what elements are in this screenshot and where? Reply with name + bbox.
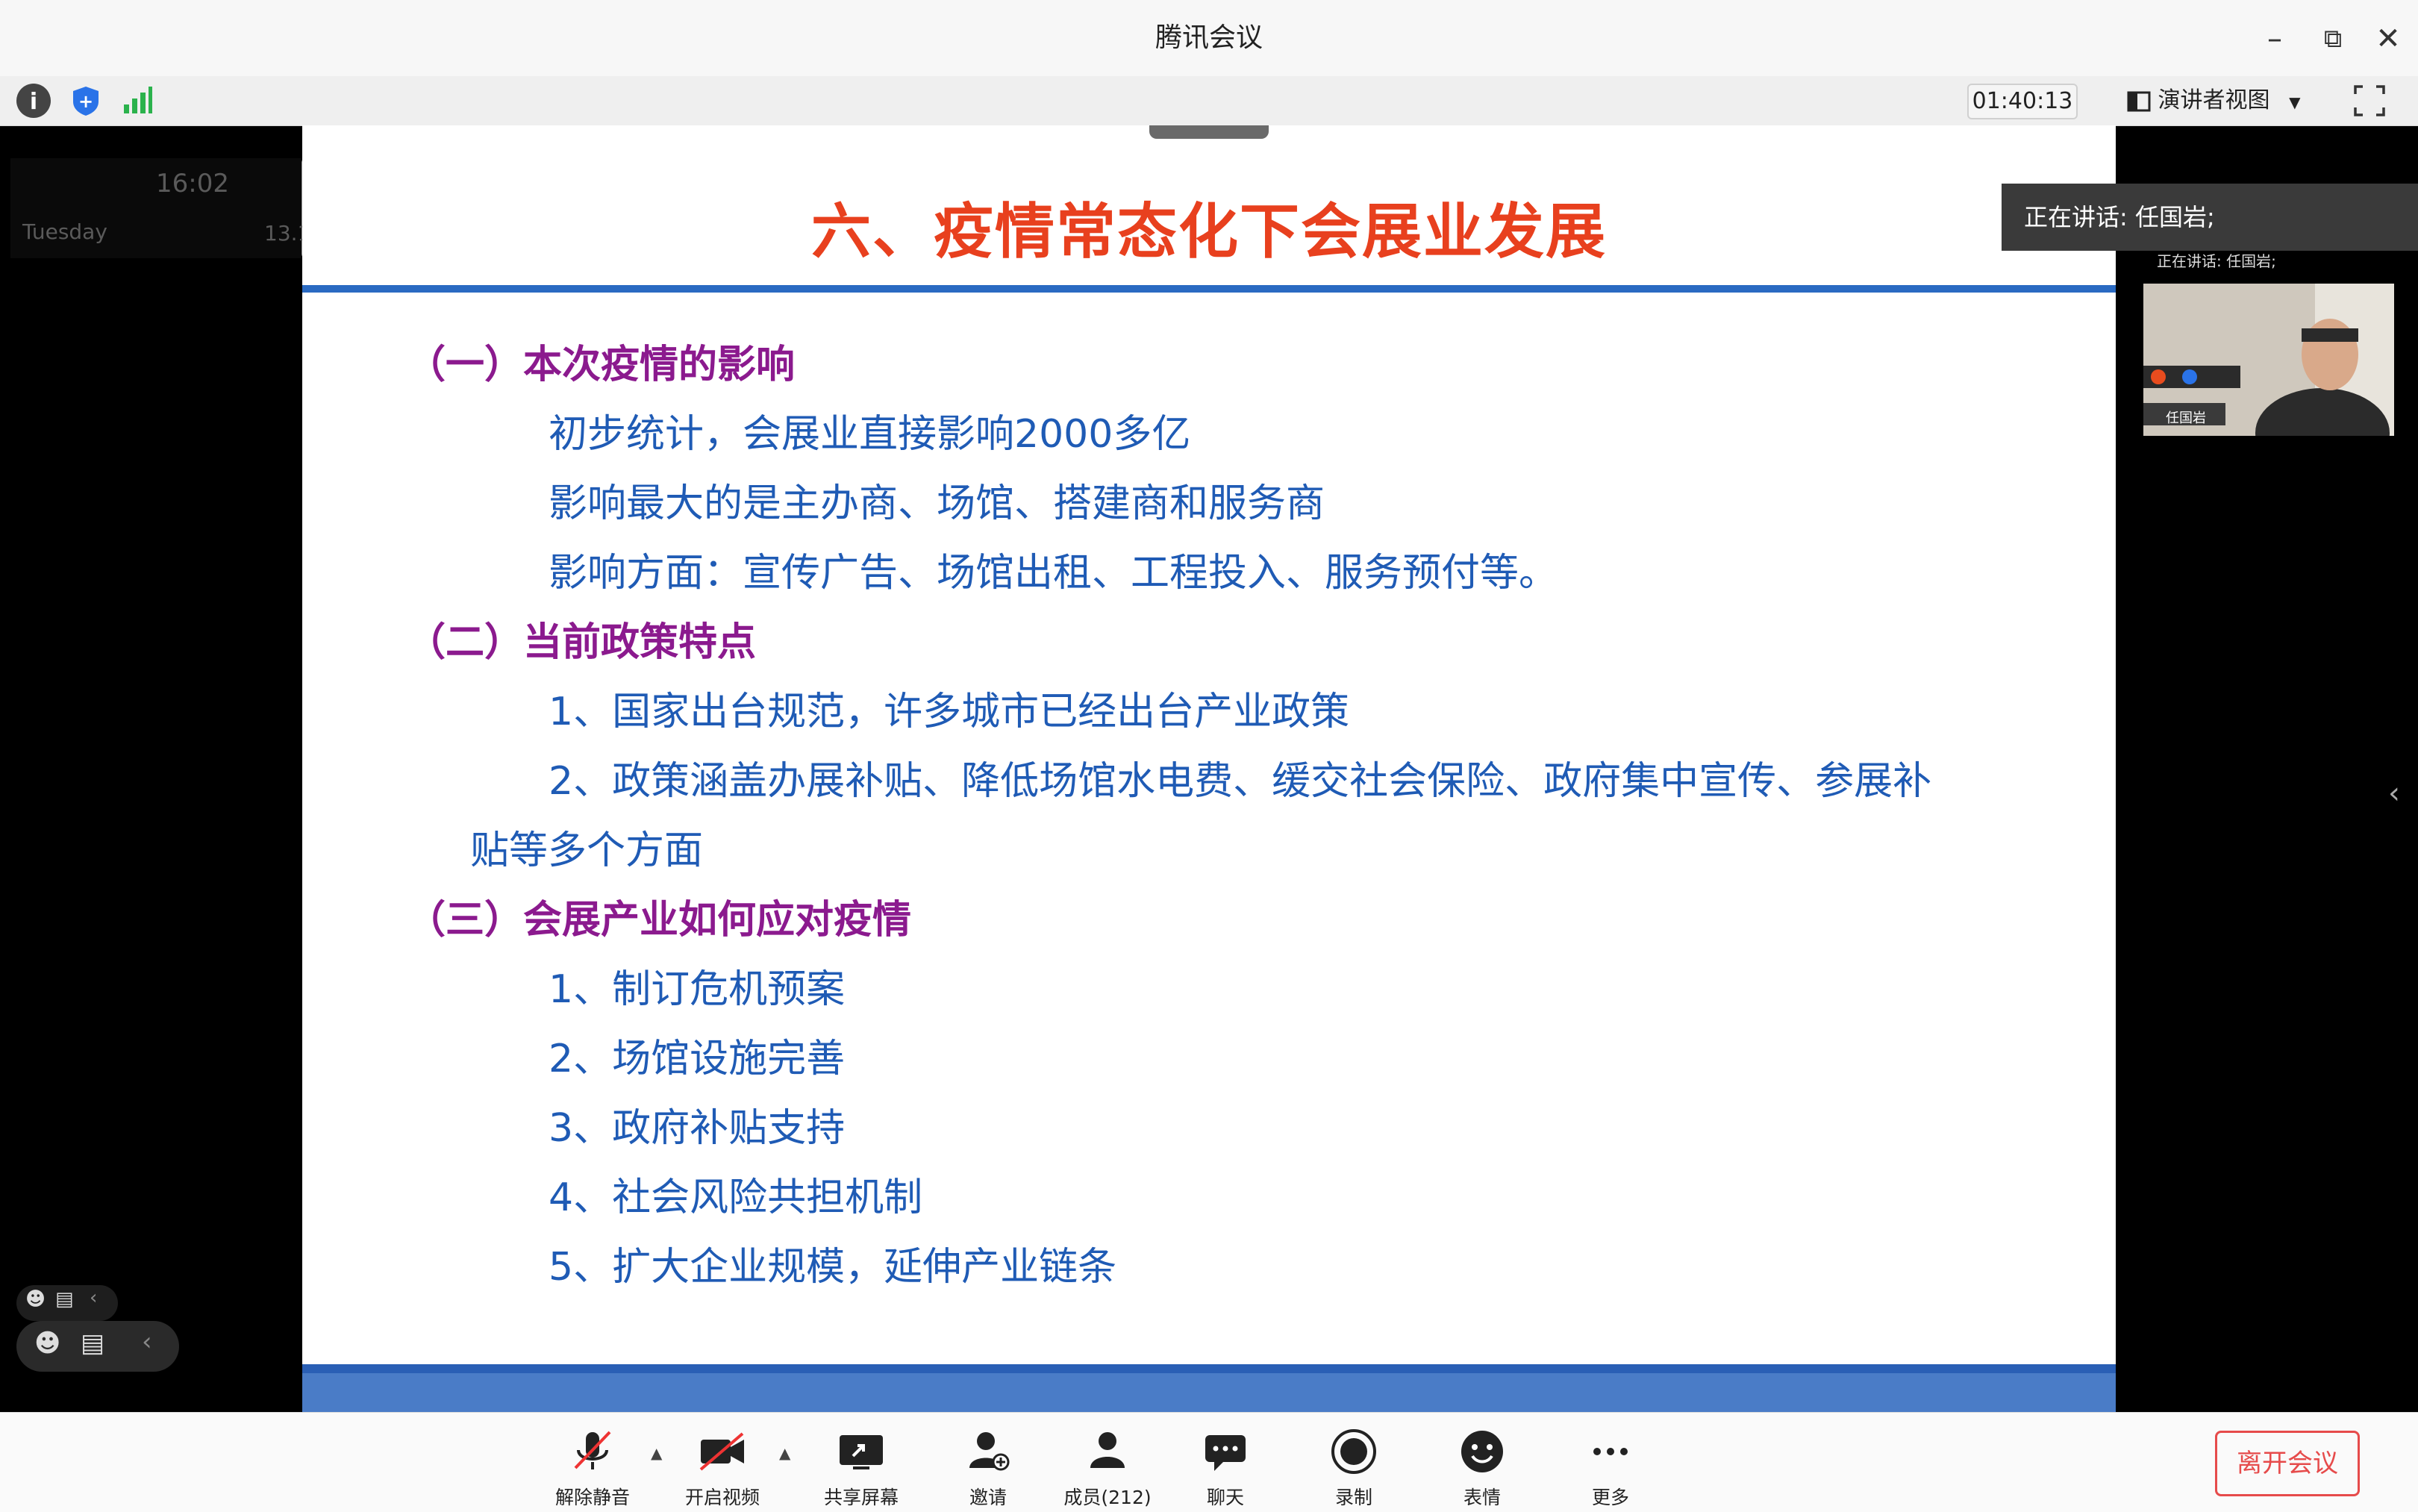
security-shield-icon[interactable]: + bbox=[69, 84, 103, 118]
video-options-caret[interactable]: ▲ bbox=[779, 1444, 790, 1462]
chat-icon bbox=[1173, 1426, 1278, 1478]
svg-text:i: i bbox=[30, 89, 37, 115]
unmute-label: 解除静音 bbox=[554, 1487, 630, 1508]
speaker-view-icon bbox=[2127, 90, 2151, 113]
mic-muted-icon bbox=[540, 1426, 645, 1478]
view-mode-dropdown[interactable]: 演讲者视图 ▼ bbox=[2127, 84, 2300, 118]
section-heading: （二）当前政策特点 bbox=[407, 620, 757, 665]
camera-off-icon bbox=[670, 1426, 775, 1478]
section-line: 2、政策涵盖办展补贴、降低场馆水电费、缓交社会保险、政府集中宣传、参展补 bbox=[549, 759, 1932, 804]
window-title: 腾讯会议 bbox=[1155, 22, 1263, 53]
svg-text:+: + bbox=[78, 91, 93, 112]
share-indicator-tab[interactable] bbox=[1149, 125, 1269, 139]
invite-label: 邀请 bbox=[969, 1487, 1007, 1508]
meeting-timer: 01:40:13 bbox=[1967, 84, 2078, 119]
section-line: 初步统计，会展业直接影响2000多亿 bbox=[549, 412, 1191, 457]
chevron-left-icon[interactable]: ‹ bbox=[142, 1327, 152, 1357]
speaker-video-name: 任国岩 bbox=[2166, 410, 2206, 426]
view-mode-label: 演讲者视图 bbox=[2158, 87, 2270, 113]
emoji-icon[interactable]: ☻ bbox=[25, 1288, 46, 1310]
members-icon bbox=[1055, 1426, 1160, 1478]
close-button[interactable]: ✕ bbox=[2367, 18, 2409, 60]
invite-icon bbox=[936, 1426, 1040, 1478]
members-button[interactable]: 成员(212) bbox=[1055, 1426, 1160, 1510]
emoji-icon[interactable]: ☻ bbox=[34, 1328, 60, 1358]
clock-time: 16:02 bbox=[156, 169, 229, 199]
speaker-video-tile[interactable]: 任国岩 bbox=[2143, 284, 2394, 436]
record-label: 录制 bbox=[1334, 1487, 1372, 1508]
chat-label: 聊天 bbox=[1206, 1487, 1244, 1508]
active-speaker-tag: 正在讲话: 任国岩; bbox=[2002, 184, 2418, 251]
more-icon bbox=[1558, 1426, 1663, 1478]
chat-button[interactable]: 聊天 bbox=[1173, 1426, 1278, 1510]
section-line: 影响方面：宣传广告、场馆出租、工程投入、服务预付等。 bbox=[549, 551, 1558, 596]
slide-footer-bar bbox=[302, 1364, 2116, 1412]
start-video-button[interactable]: 开启视频 bbox=[670, 1426, 775, 1510]
chevron-left-icon[interactable]: ‹ bbox=[90, 1287, 97, 1309]
title-bar: 腾讯会议 – ⧉ ✕ bbox=[0, 0, 2418, 76]
section-heading: （三）会展产业如何应对疫情 bbox=[407, 898, 912, 943]
chevron-down-icon: ▼ bbox=[2289, 93, 2301, 111]
record-icon bbox=[1302, 1426, 1406, 1478]
chat-bubble-icon[interactable]: ▤ bbox=[55, 1288, 74, 1310]
leave-meeting-button[interactable]: 离开会议 bbox=[2215, 1431, 2360, 1496]
clock-day: Tuesday bbox=[22, 219, 107, 244]
signal-strength-icon[interactable] bbox=[119, 84, 154, 118]
section-line: 4、社会风险共担机制 bbox=[549, 1175, 923, 1220]
shared-slide: 六、疫情常态化下会展业发展 （一）本次疫情的影响 初步统计，会展业直接影响200… bbox=[302, 125, 2116, 1412]
info-icon[interactable]: i bbox=[16, 84, 51, 118]
section-heading: （一）本次疫情的影响 bbox=[407, 343, 796, 387]
meeting-toolbar: 解除静音 ▲ 开启视频 ▲ 共享屏幕 邀请 成员(212) 聊天 录制 表情 更… bbox=[0, 1412, 2418, 1512]
more-label: 更多 bbox=[1591, 1487, 1629, 1508]
annotation-toolbar[interactable]: ☻ ▤ ‹ bbox=[16, 1321, 179, 1372]
section-line: 3、政府补贴支持 bbox=[549, 1106, 846, 1151]
reactions-button[interactable]: 表情 bbox=[1430, 1426, 1534, 1510]
status-bar: i + 01:40:13 演讲者视图 ▼ bbox=[0, 76, 2418, 126]
section-line: 1、国家出台规范，许多城市已经出台产业政策 bbox=[549, 690, 1350, 734]
unmute-button[interactable]: 解除静音 bbox=[540, 1426, 645, 1510]
record-button[interactable]: 录制 bbox=[1302, 1426, 1406, 1510]
share-screen-button[interactable]: 共享屏幕 bbox=[809, 1426, 913, 1510]
section-line: 贴等多个方面 bbox=[470, 828, 704, 873]
share-screen-label: 共享屏幕 bbox=[823, 1487, 899, 1508]
emoji-icon bbox=[1430, 1426, 1534, 1478]
audio-options-caret[interactable]: ▲ bbox=[651, 1444, 662, 1462]
section-line: 1、制订危机预案 bbox=[549, 967, 846, 1012]
slide-title: 六、疫情常态化下会展业发展 bbox=[811, 197, 1607, 266]
section-line: 2、场馆设施完善 bbox=[549, 1037, 846, 1081]
members-label: 成员(212) bbox=[1063, 1487, 1152, 1508]
more-button[interactable]: 更多 bbox=[1558, 1426, 1663, 1510]
annotation-toolbar-mini[interactable]: ☻ ▤ ‹ bbox=[16, 1285, 118, 1321]
fullscreen-icon[interactable] bbox=[2351, 82, 2388, 119]
chat-bubble-icon[interactable]: ▤ bbox=[81, 1328, 104, 1358]
reactions-label: 表情 bbox=[1463, 1487, 1501, 1508]
section-line: 5、扩大企业规模，延伸产业链条 bbox=[549, 1245, 1117, 1290]
minimize-button[interactable]: – bbox=[2254, 18, 2296, 60]
start-video-label: 开启视频 bbox=[684, 1487, 760, 1508]
invite-button[interactable]: 邀请 bbox=[936, 1426, 1040, 1510]
panel-collapse-chevron-icon[interactable]: ‹ bbox=[2388, 776, 2400, 810]
restore-button[interactable]: ⧉ bbox=[2312, 18, 2354, 60]
active-speaker-sublabel: 正在讲话: 任国岩; bbox=[2157, 252, 2276, 270]
title-divider bbox=[302, 285, 2116, 293]
section-line: 影响最大的是主办商、场馆、搭建商和服务商 bbox=[549, 481, 1325, 526]
share-screen-icon bbox=[809, 1426, 913, 1478]
